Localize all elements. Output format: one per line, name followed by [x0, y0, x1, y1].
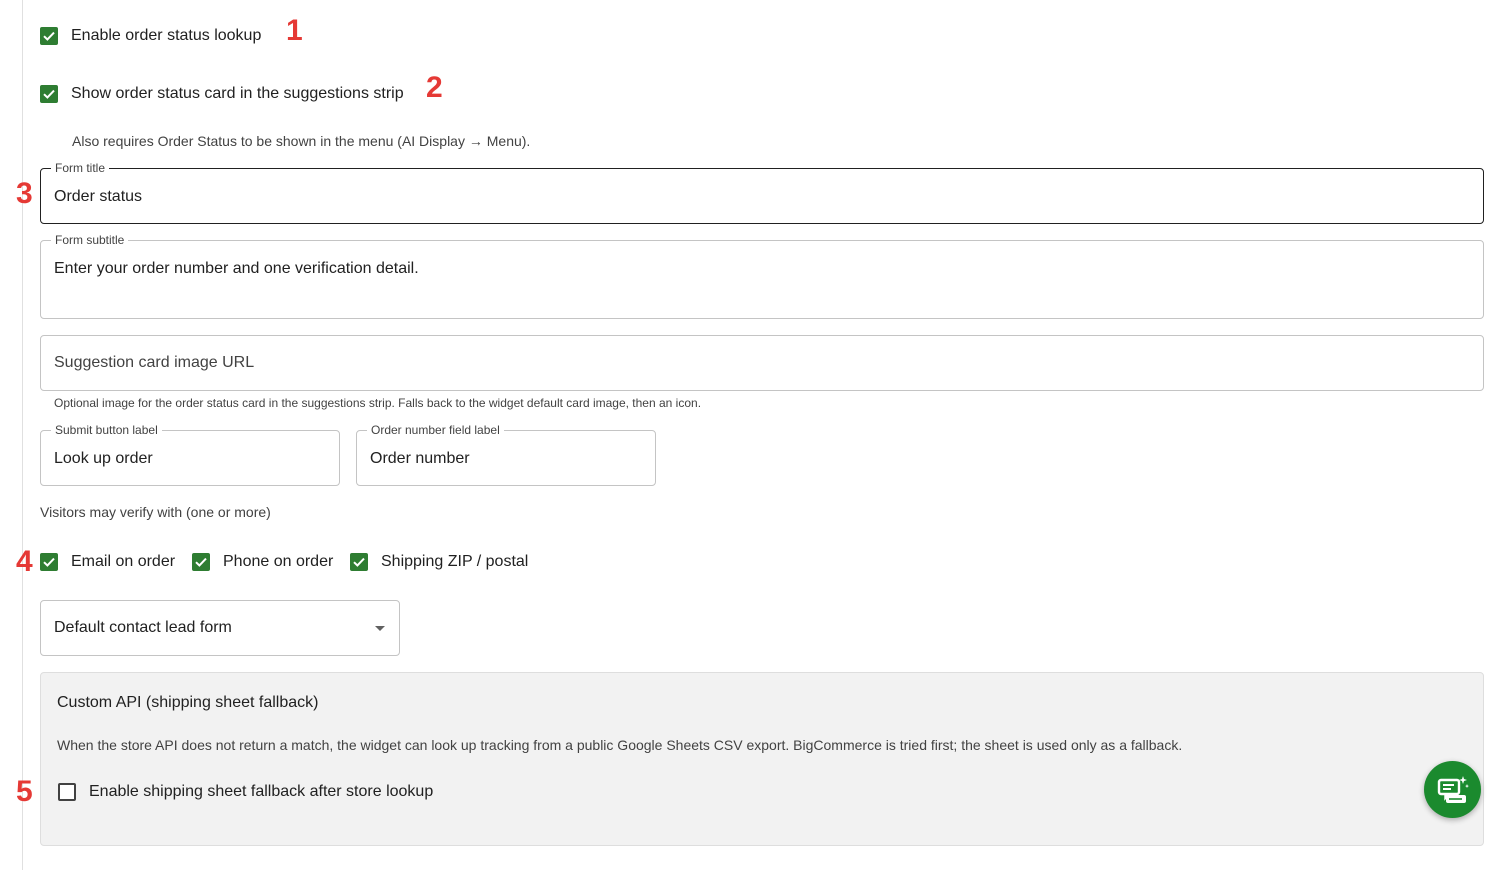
custom-api-description: When the store API does not return a mat… [57, 737, 1183, 753]
show-card-label: Show order status card in the suggestion… [71, 85, 404, 102]
order-number-label-value[interactable]: Order number [370, 450, 470, 468]
custom-api-panel: Custom API (shipping sheet fallback) Whe… [40, 672, 1484, 846]
order-number-label-legend: Order number field label [367, 423, 504, 437]
enable-fallback-label: Enable shipping sheet fallback after sto… [89, 783, 434, 800]
verify-email-label: Email on order [71, 553, 176, 570]
checkmark-icon [43, 31, 55, 41]
image-url-hint: Optional image for the order status card… [54, 396, 702, 410]
form-subtitle-value[interactable]: Enter your order number and one verifica… [54, 260, 419, 278]
order-number-label-field[interactable]: Order number field label Order number [356, 423, 656, 486]
verify-zip-checkbox-row[interactable]: Shipping ZIP / postal [350, 553, 528, 571]
enable-lookup-checkbox-row[interactable]: Enable order status lookup [40, 27, 261, 45]
left-divider [22, 0, 23, 870]
verify-phone-label: Phone on order [223, 553, 334, 570]
verify-zip-label: Shipping ZIP / postal [381, 553, 529, 570]
annotation-3: 3 [16, 177, 33, 210]
lead-form-select[interactable]: Default contact lead form [40, 600, 400, 656]
verify-heading: Visitors may verify with (one or more) [40, 504, 271, 520]
show-card-hint: Also requires Order Status to be shown i… [72, 133, 531, 149]
caret-down-icon [375, 626, 385, 631]
verify-email-checkbox-row[interactable]: Email on order [40, 553, 175, 571]
form-title-legend: Form title [51, 161, 110, 175]
checkmark-icon [43, 557, 55, 567]
checkmark-icon [195, 557, 207, 567]
checkmark-icon [43, 89, 55, 99]
form-title-field[interactable]: Form title Order status [40, 161, 1484, 224]
image-url-field[interactable]: Suggestion card image URL [40, 335, 1484, 391]
form-title-value[interactable]: Order status [54, 188, 142, 206]
checkmark-icon [353, 557, 365, 567]
show-card-checkbox[interactable] [40, 85, 58, 103]
annotation-1: 1 [286, 14, 303, 47]
form-subtitle-field[interactable]: Form subtitle Enter your order number an… [40, 233, 1484, 319]
chat-sparkle-icon [1437, 775, 1469, 803]
form-subtitle-legend: Form subtitle [51, 233, 129, 247]
submit-label-legend: Submit button label [51, 423, 162, 437]
image-url-placeholder: Suggestion card image URL [54, 354, 255, 371]
annotation-2: 2 [426, 71, 443, 104]
annotation-4: 4 [16, 545, 33, 578]
enable-lookup-checkbox[interactable] [40, 27, 58, 45]
show-card-checkbox-row[interactable]: Show order status card in the suggestion… [40, 85, 404, 103]
enable-lookup-label: Enable order status lookup [71, 27, 262, 44]
chat-fab-button[interactable] [1424, 761, 1481, 818]
verify-zip-checkbox[interactable] [350, 553, 368, 571]
submit-label-field[interactable]: Submit button label Look up order [40, 423, 340, 486]
custom-api-title: Custom API (shipping sheet fallback) [57, 694, 319, 711]
enable-fallback-checkbox[interactable] [58, 783, 76, 801]
annotation-5: 5 [16, 775, 33, 808]
verify-phone-checkbox[interactable] [192, 553, 210, 571]
lead-form-selected-value: Default contact lead form [54, 619, 232, 636]
enable-fallback-checkbox-row[interactable]: Enable shipping sheet fallback after sto… [58, 783, 433, 801]
submit-label-value[interactable]: Look up order [54, 450, 153, 468]
verify-phone-checkbox-row[interactable]: Phone on order [192, 553, 333, 571]
verify-email-checkbox[interactable] [40, 553, 58, 571]
